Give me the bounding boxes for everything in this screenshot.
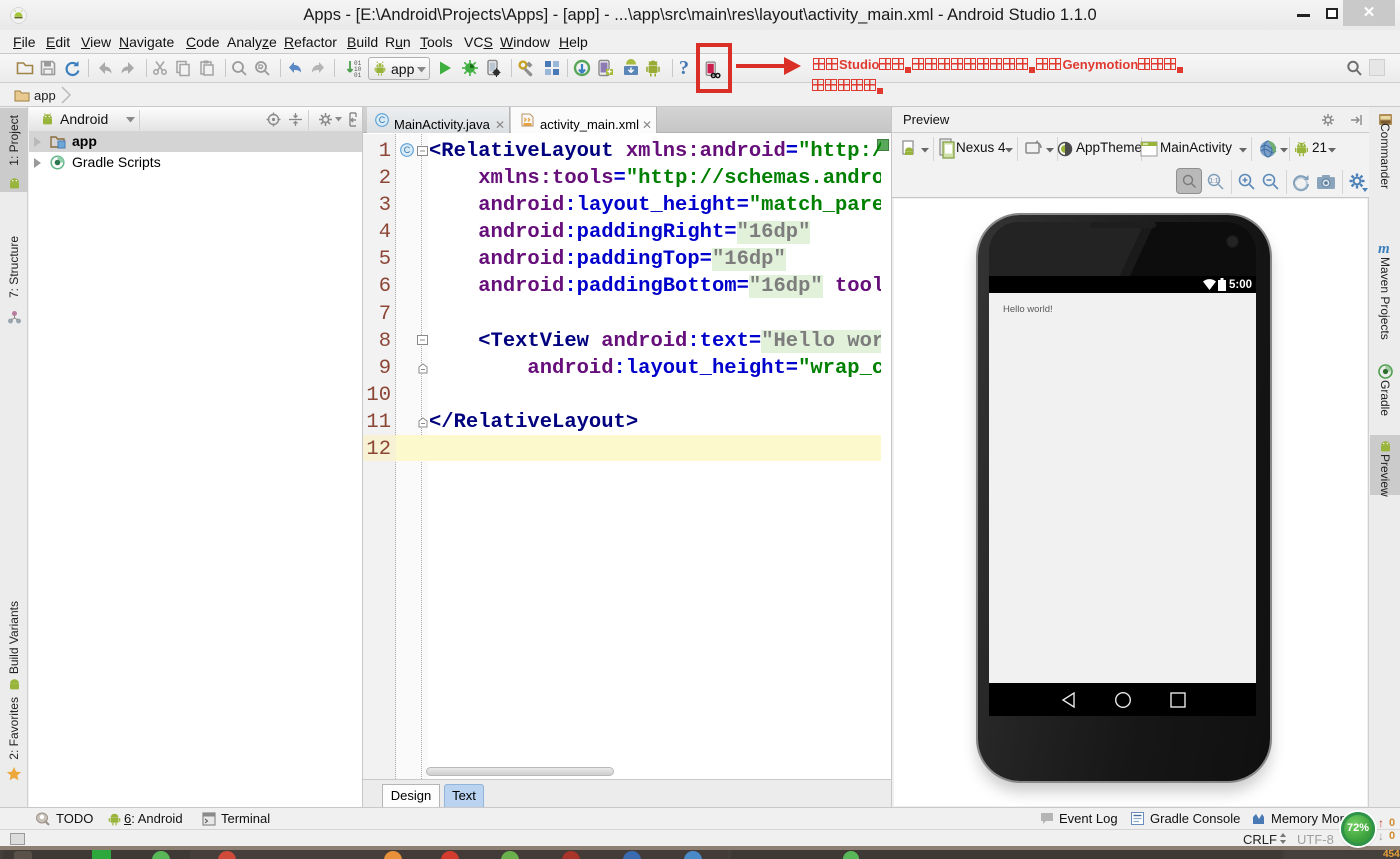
svg-text:C: C	[379, 115, 386, 125]
svg-text:C: C	[404, 145, 411, 155]
svg-text:1:1: 1:1	[1209, 178, 1218, 185]
svg-text:01: 01	[354, 72, 362, 77]
